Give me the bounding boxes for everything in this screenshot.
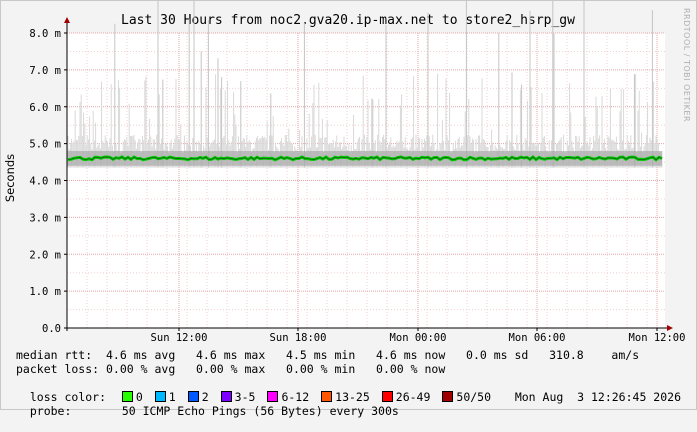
probe-description: 50 ICMP Echo Pings (56 Bytes) every 300s: [121, 404, 399, 418]
x-tick-label: Sun 12:00: [151, 332, 208, 344]
x-tick-label: Mon 00:00: [390, 332, 447, 344]
x-axis-arrow: [667, 325, 673, 331]
packet-loss-stats: packet loss: 0.00 % avg 0.00 % max 0.00 …: [16, 362, 446, 376]
graph-timestamp: Mon Aug 3 12:26:45 2026: [514, 390, 681, 404]
probe-label: probe:: [29, 404, 72, 418]
rrdtool-watermark: RRDTOOL / TOBI OETIKER: [682, 8, 691, 123]
y-tick-label: 3.0 m: [29, 212, 61, 224]
y-tick-label: 8.0 m: [29, 28, 61, 40]
y-axis-arrow: [64, 17, 70, 23]
y-tick-label: 5.0 m: [29, 139, 61, 151]
y-tick-label: 6.0 m: [29, 102, 61, 114]
median-rtt-stats: median rtt: 4.6 ms avg 4.6 ms max 4.5 ms…: [16, 348, 640, 362]
probe-info: probe: 50 ICMP Echo Pings (56 Bytes) ever…: [16, 390, 681, 432]
x-tick-label: Sun 18:00: [270, 332, 327, 344]
x-tick-label: Mon 06:00: [509, 332, 566, 344]
y-tick-label: 2.0 m: [29, 249, 61, 261]
y-tick-label: 7.0 m: [29, 65, 61, 77]
y-tick-label: 0.0: [42, 323, 61, 335]
smokeping-chart: Last 30 Hours from noc2.gva20.ip-max.net…: [3, 0, 686, 344]
y-tick-label: 1.0 m: [29, 286, 61, 298]
y-axis-label: Seconds: [3, 154, 17, 202]
y-tick-label: 4.0 m: [29, 176, 61, 188]
x-tick-label: Mon 12:00: [629, 332, 686, 344]
